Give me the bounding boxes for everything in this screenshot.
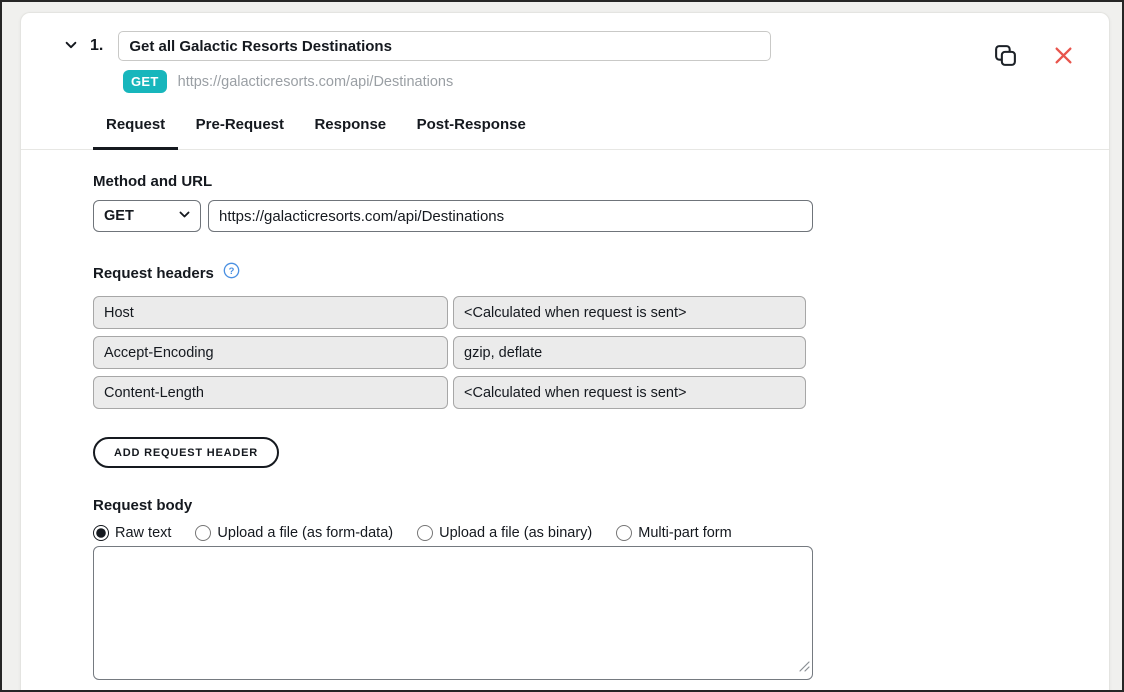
request-headers-section: Request headers ? [93,262,1109,468]
close-icon [1054,46,1073,68]
request-index: 1. [90,37,103,55]
header-actions [993,43,1073,71]
header-value-input[interactable] [453,376,806,409]
request-tab-panel: Method and URL GET Request headers ? [21,150,1109,680]
header-name-input[interactable] [93,336,448,369]
header-row [93,336,1109,369]
delete-button[interactable] [1054,46,1073,68]
chevron-down-icon [64,38,78,55]
svg-text:?: ? [229,266,235,277]
header-name-input[interactable] [93,296,448,329]
header-value-input[interactable] [453,336,806,369]
request-body-textarea[interactable] [93,546,813,680]
request-summary: GET https://galacticresorts.com/api/Dest… [123,70,1083,93]
request-headers-label: Request headers [93,265,214,282]
tab-post-response[interactable]: Post-Response [404,116,539,150]
body-type-option[interactable]: Upload a file (as form-data) [195,525,393,541]
copy-icon [993,43,1018,71]
request-card: 1. GET https://galacticresorts.com/a [20,12,1110,690]
help-icon[interactable]: ? [223,262,240,284]
add-request-header-button[interactable]: ADD REQUEST HEADER [93,437,279,468]
body-type-radio[interactable] [195,525,211,541]
body-type-option[interactable]: Upload a file (as binary) [417,525,592,541]
method-select[interactable]: GET [93,200,201,232]
url-input[interactable] [208,200,813,232]
request-body-section: Request body Raw text Upload a file (as … [93,497,1109,680]
body-type-option[interactable]: Multi-part form [616,525,731,541]
method-url-row: GET [93,200,1109,232]
duplicate-button[interactable] [993,43,1018,71]
body-type-radio[interactable] [417,525,433,541]
method-badge: GET [123,70,167,93]
body-type-radio[interactable] [93,525,109,541]
chevron-down-icon [178,208,191,225]
request-item-header: 1. GET https://galacticresorts.com/a [21,13,1109,93]
header-row [93,376,1109,409]
tab-request[interactable]: Request [93,116,178,150]
body-type-radio[interactable] [616,525,632,541]
method-select-value: GET [104,208,134,224]
body-textarea-wrap [93,546,813,680]
header-value-input[interactable] [453,296,806,329]
header-row [93,296,1109,329]
tab-pre-request[interactable]: Pre-Request [183,116,297,150]
summary-url: https://galacticresorts.com/api/Destinat… [178,74,454,90]
header-rows [93,296,1109,409]
method-url-label: Method and URL [93,173,1109,190]
body-type-options: Raw text Upload a file (as form-data) Up… [93,525,1109,541]
body-type-option[interactable]: Raw text [93,525,171,541]
request-name-input[interactable] [118,31,771,61]
title-row: 1. [63,31,1083,61]
tabs: Request Pre-Request Response Post-Respon… [21,116,1109,150]
request-body-label: Request body [93,497,1109,514]
tab-response[interactable]: Response [301,116,399,150]
collapse-button[interactable] [63,38,79,54]
header-name-input[interactable] [93,376,448,409]
